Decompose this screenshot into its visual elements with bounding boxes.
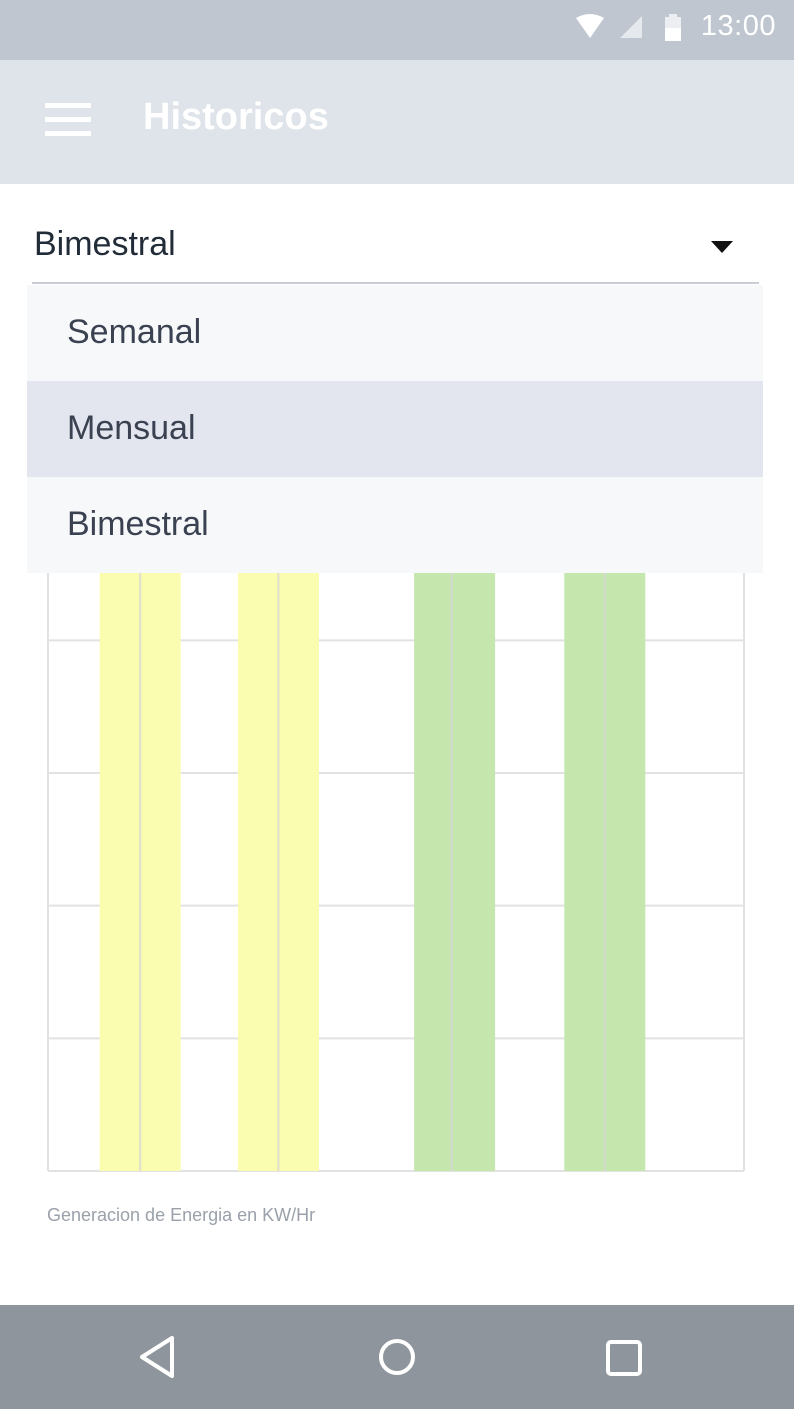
dropdown-option-label: Bimestral — [67, 505, 209, 543]
bar-chart-svg: 120012501300 — [47, 374, 745, 1172]
dropdown-option-label: Semanal — [67, 313, 202, 351]
period-dropdown-menu: Semanal Mensual Bimestral — [27, 285, 763, 573]
back-icon[interactable] — [137, 1333, 177, 1386]
dropdown-option-semanal[interactable]: Semanal — [27, 285, 763, 381]
dropdown-option-mensual[interactable]: Mensual — [27, 381, 763, 477]
energy-chart: 120012501300 Generacion de Energia en KW… — [0, 0, 794, 1300]
dropdown-option-bimestral[interactable]: Bimestral — [27, 477, 763, 573]
home-icon[interactable] — [376, 1333, 418, 1386]
recents-icon[interactable] — [604, 1333, 644, 1386]
dropdown-option-label: Mensual — [67, 409, 196, 447]
chart-caption: Generacion de Energia en KW/Hr — [47, 1205, 316, 1225]
